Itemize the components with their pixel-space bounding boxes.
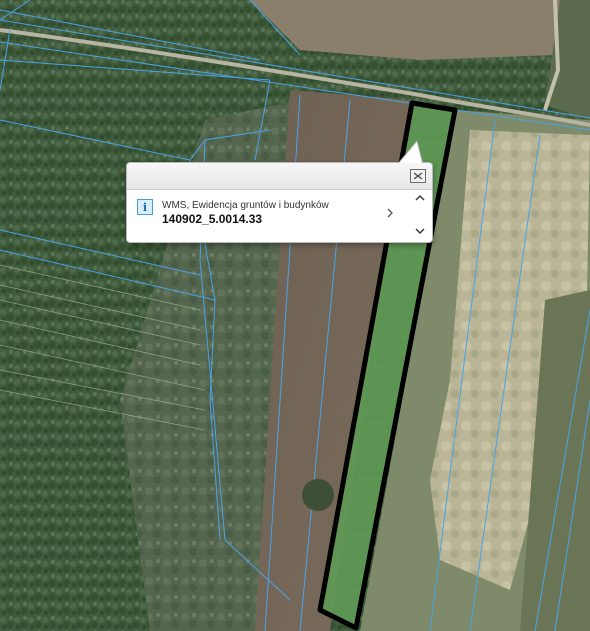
feature-info-popup: i WMS, Ewidencja gruntów i budynków 1409… [126, 141, 433, 243]
tree-clump [302, 479, 334, 511]
parcel-id[interactable]: 140902_5.0014.33 [162, 212, 262, 226]
chevron-down-icon[interactable] [413, 225, 427, 237]
popup-pointer [396, 141, 424, 165]
info-icon: i [137, 199, 153, 215]
popup-header [127, 163, 432, 190]
close-icon[interactable] [410, 169, 426, 183]
chevron-up-icon[interactable] [413, 192, 427, 204]
layer-name: WMS, Ewidencja gruntów i budynków [162, 200, 329, 211]
map-canvas[interactable] [0, 0, 590, 631]
chevron-right-icon[interactable] [384, 207, 396, 219]
